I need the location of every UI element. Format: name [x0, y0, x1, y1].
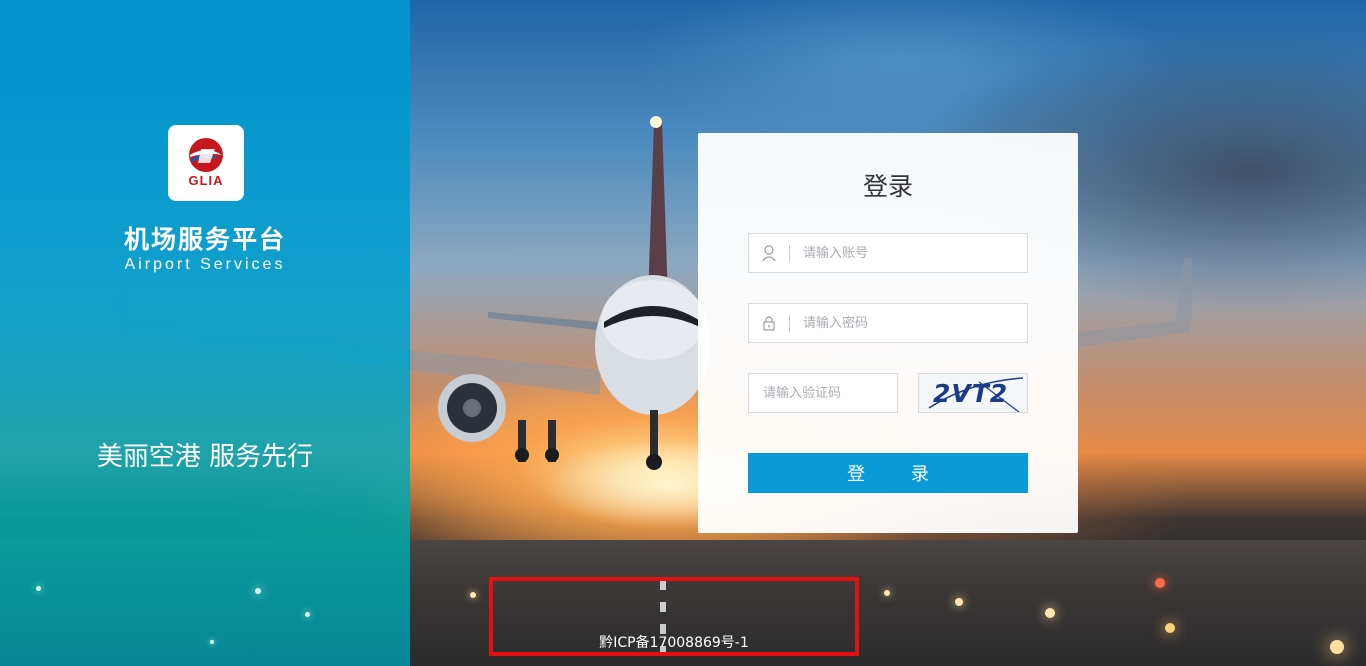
- brand-logo: GLIA: [168, 125, 244, 201]
- logo-text: GLIA: [188, 173, 224, 188]
- captcha-image[interactable]: 2VT2: [918, 373, 1028, 413]
- field-separator: [789, 315, 790, 332]
- brand-panel: GLIA 机场服务平台 Airport Services 美丽空港 服务先行: [0, 0, 410, 666]
- icp-highlight-box: 黔ICP备17008869号-1: [489, 577, 859, 656]
- account-input[interactable]: [803, 234, 1023, 272]
- login-title: 登录: [862, 172, 913, 201]
- platform-subtitle: Airport Services: [124, 256, 286, 273]
- sparkle: [305, 612, 310, 617]
- logo-icon: [189, 138, 223, 172]
- field-separator: [789, 245, 790, 262]
- lock-icon: [763, 316, 775, 331]
- platform-title: 机场服务平台: [123, 225, 286, 254]
- captcha-input[interactable]: [763, 374, 893, 412]
- account-field[interactable]: [748, 233, 1028, 273]
- slogan: 美丽空港 服务先行: [96, 442, 314, 472]
- password-input[interactable]: [803, 304, 1023, 342]
- login-button[interactable]: 登 录: [748, 453, 1028, 493]
- sparkle: [36, 586, 41, 591]
- captcha-field[interactable]: [748, 373, 898, 413]
- icp-license-text[interactable]: 黔ICP备17008869号-1: [493, 632, 855, 652]
- sparkle: [255, 588, 261, 594]
- sparkle: [210, 640, 214, 644]
- user-icon: [762, 245, 776, 262]
- password-field[interactable]: [748, 303, 1028, 343]
- login-card: 登录 2VT2 登 录: [698, 133, 1078, 533]
- captcha-text: 2VT2: [933, 379, 1009, 408]
